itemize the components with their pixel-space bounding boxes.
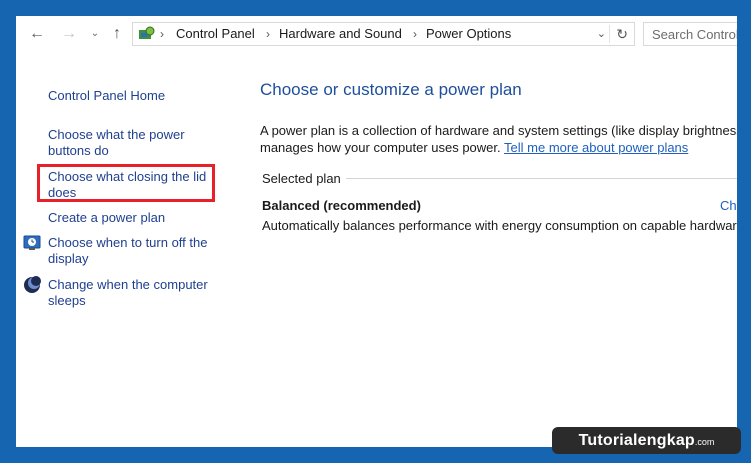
link-line: buttons do	[48, 143, 109, 158]
main-content: Choose or customize a power plan A power…	[260, 54, 737, 447]
breadcrumb-control-panel[interactable]: Control Panel	[176, 26, 255, 42]
back-arrow-icon[interactable]: ←	[26, 23, 48, 45]
description-line-2: manages how your computer uses power. Te…	[260, 140, 688, 156]
control-panel-window: ← → ⌄ ↑ › Control Panel › Hardware and S…	[16, 16, 737, 447]
watermark-badge: Tutorialengkap.com	[552, 427, 741, 454]
page-title: Choose or customize a power plan	[260, 80, 522, 99]
breadcrumb-separator-icon: ›	[160, 27, 164, 41]
watermark-tld: .com	[694, 437, 715, 447]
control-panel-icon	[139, 26, 155, 39]
up-arrow-icon[interactable]: ↑	[106, 23, 128, 45]
sleep-moon-icon	[24, 276, 41, 293]
change-plan-settings-link[interactable]: Change plan settings	[720, 198, 737, 213]
power-buttons-link[interactable]: Choose what the power buttons do	[48, 127, 224, 159]
link-line: Choose what closing the lid	[48, 169, 207, 184]
closing-lid-link[interactable]: Choose what closing the lid does	[48, 169, 224, 201]
breadcrumb-separator-icon[interactable]: ›	[413, 26, 417, 42]
link-line: display	[48, 251, 89, 266]
address-divider	[609, 25, 610, 43]
link-line: Choose what the power	[48, 127, 185, 142]
address-dropdown-chevron-icon[interactable]: ⌄	[597, 26, 606, 42]
breadcrumb-power-options[interactable]: Power Options	[426, 26, 511, 42]
turn-off-display-link[interactable]: Choose when to turn off the display	[48, 235, 224, 267]
description-text: manages how your computer uses power.	[260, 140, 501, 155]
breadcrumb-separator-icon[interactable]: ›	[266, 26, 270, 42]
watermark-name: Tutorialengkap	[578, 432, 695, 449]
learn-more-link[interactable]: Tell me more about power plans	[504, 140, 688, 155]
link-line: Choose when to turn off the	[48, 235, 208, 250]
computer-sleeps-link[interactable]: Change when the computer sleeps	[48, 277, 224, 309]
breadcrumb-hardware-and-sound[interactable]: Hardware and Sound	[279, 26, 402, 42]
link-line: Change when the computer	[48, 277, 208, 292]
description-line-1: A power plan is a collection of hardware…	[260, 123, 737, 138]
link-line: does	[48, 185, 77, 200]
selected-plan-label: Selected plan	[262, 171, 341, 186]
create-power-plan-link[interactable]: Create a power plan	[48, 210, 224, 226]
navigation-bar: ← → ⌄ ↑ › Control Panel › Hardware and S…	[16, 16, 737, 54]
forward-arrow-icon[interactable]: →	[58, 23, 80, 45]
display-timer-icon	[23, 235, 41, 250]
plan-name: Balanced (recommended)	[262, 198, 421, 213]
search-box[interactable]	[643, 22, 737, 46]
search-input[interactable]	[644, 23, 737, 45]
control-panel-home-link[interactable]: Control Panel Home	[48, 88, 224, 104]
address-bar[interactable]: › Control Panel › Hardware and Sound › P…	[132, 22, 635, 46]
plan-description: Automatically balances performance with …	[262, 218, 737, 233]
selected-plan-divider	[346, 178, 737, 179]
link-line: sleeps	[48, 293, 86, 308]
left-task-pane: Control Panel Home Choose what the power…	[16, 54, 226, 447]
refresh-icon[interactable]: ↻	[616, 24, 628, 44]
recent-locations-chevron-icon[interactable]: ⌄	[88, 23, 102, 45]
